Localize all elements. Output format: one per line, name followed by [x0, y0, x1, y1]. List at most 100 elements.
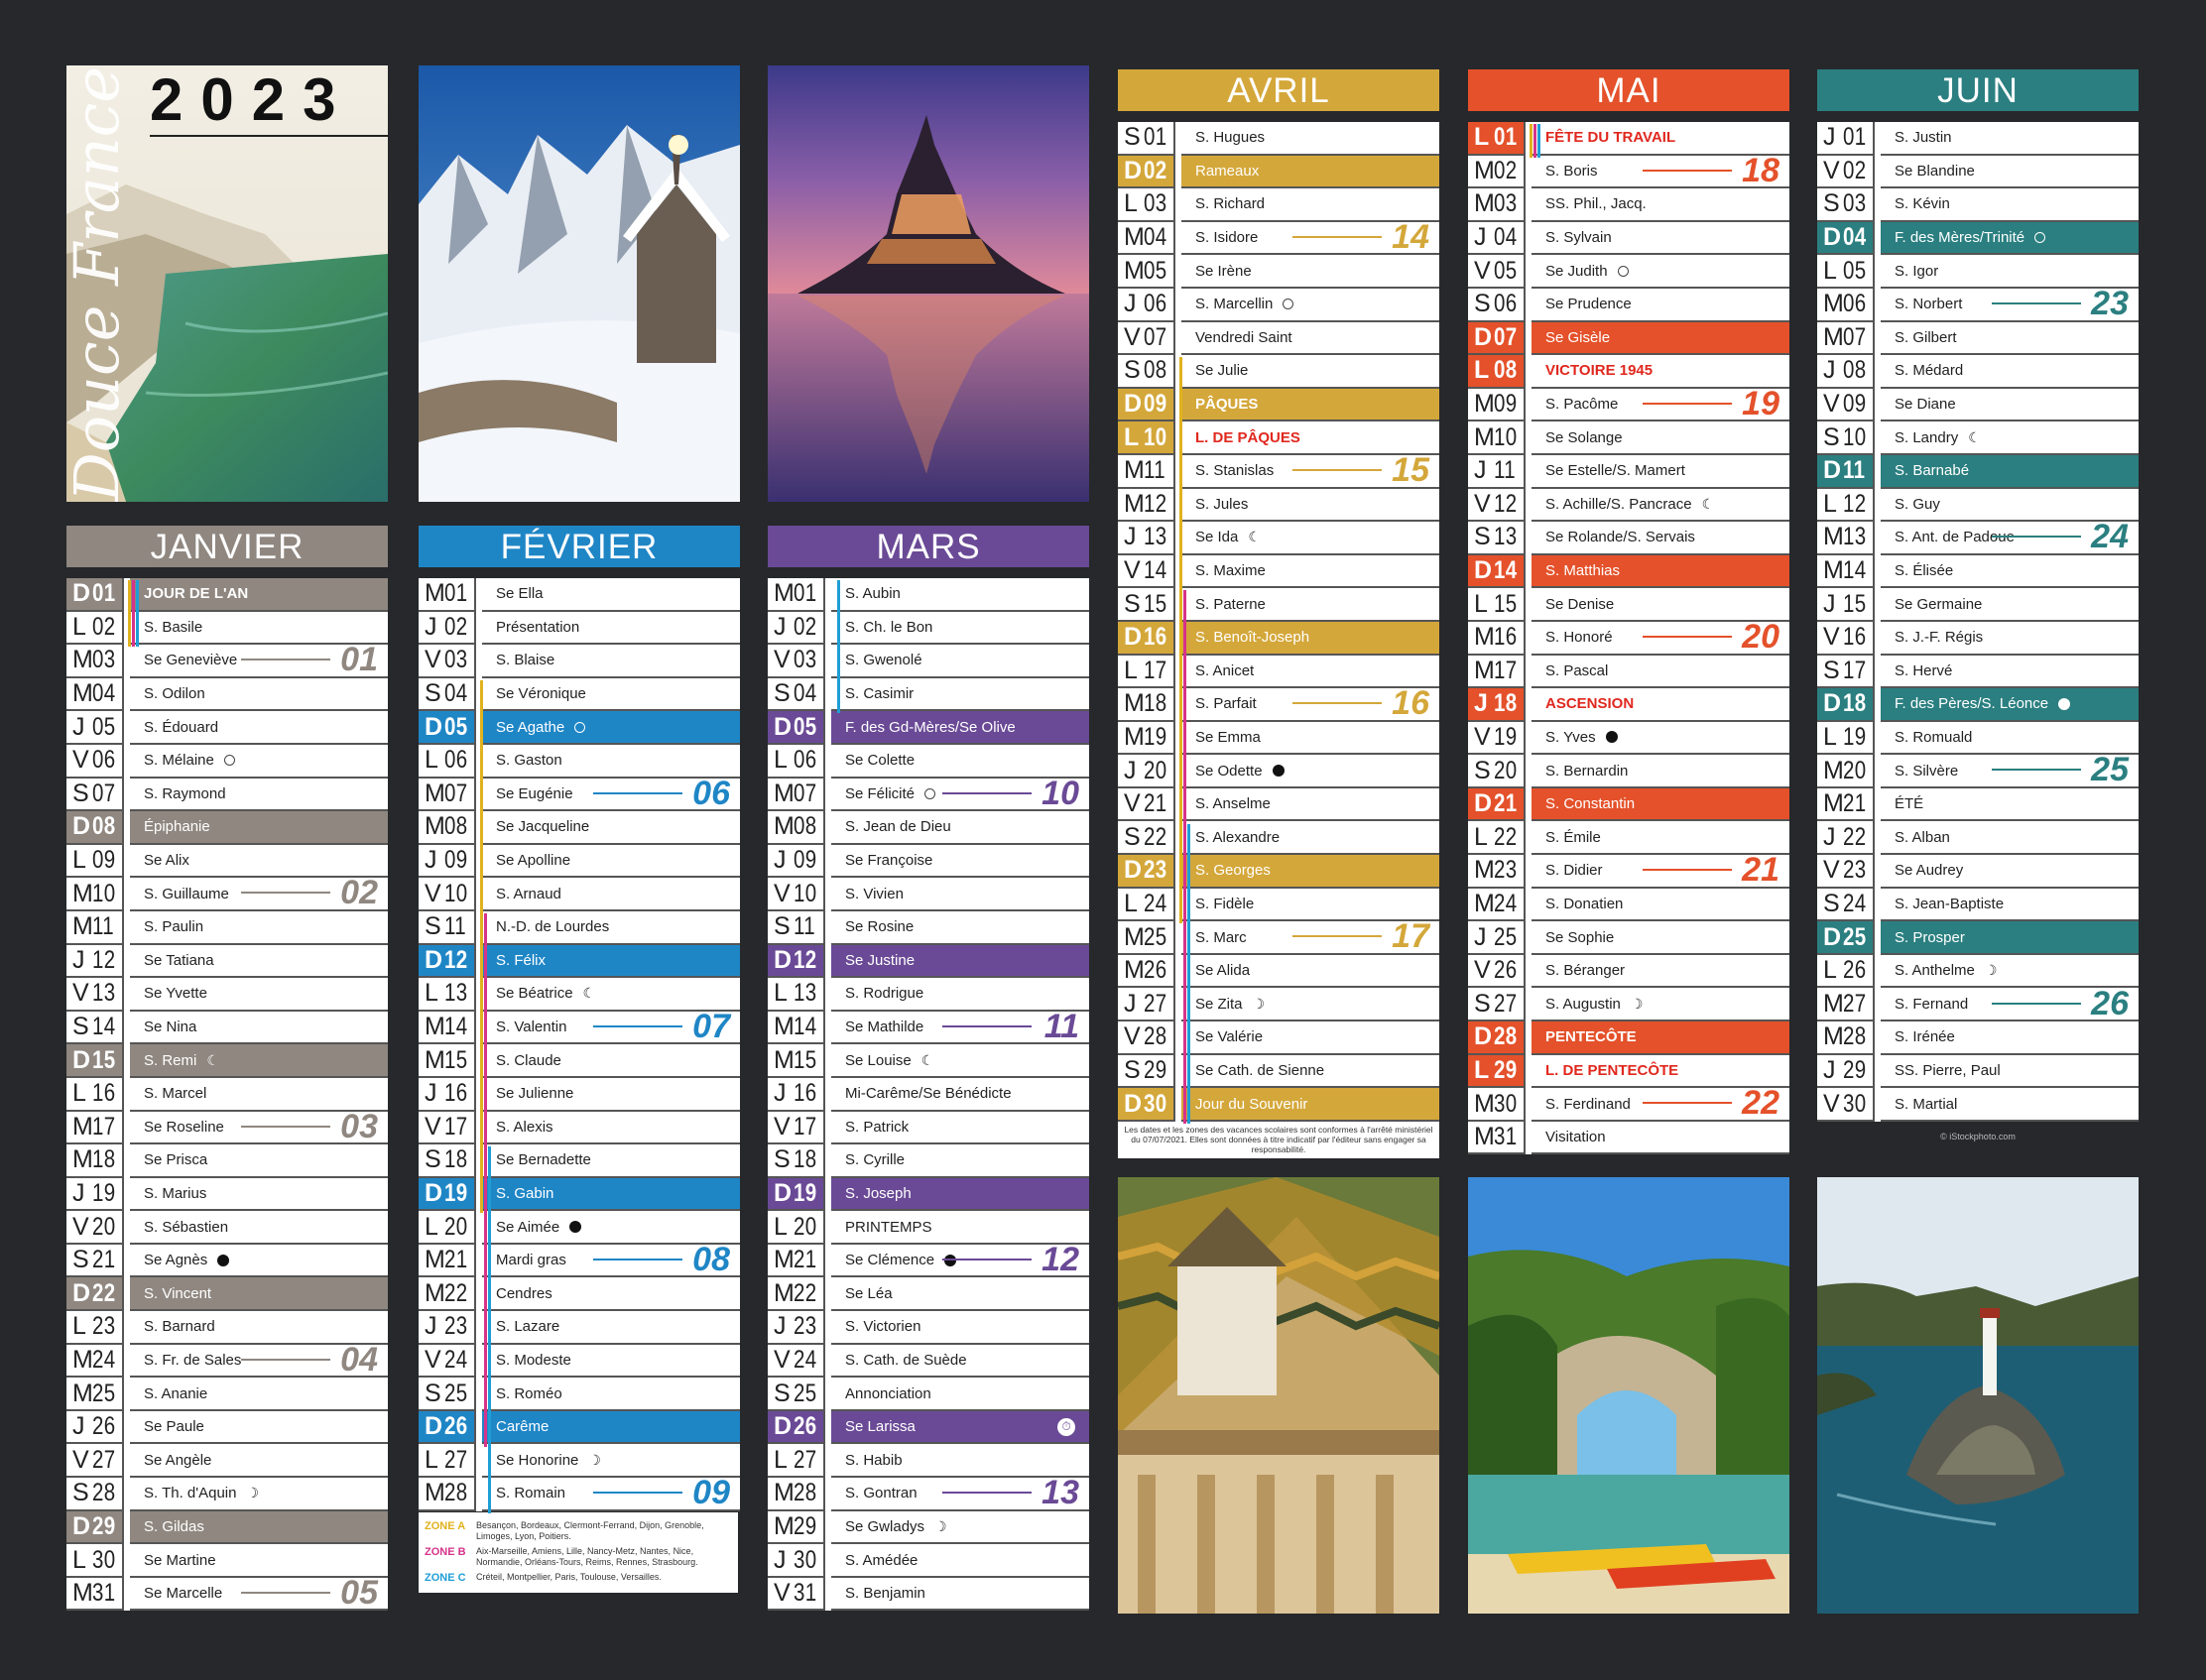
day-row[interactable]: V 26 S. Béranger	[1468, 954, 1789, 989]
day-row[interactable]: L 16 S. Marcel	[66, 1077, 388, 1112]
day-row[interactable]: L 20 PRINTEMPS	[768, 1211, 1089, 1245]
day-row[interactable]: J 02 Présentation	[419, 611, 740, 646]
day-row[interactable]: S 04 Se Véronique	[419, 677, 740, 712]
day-row[interactable]: V 10 S. Arnaud	[419, 878, 740, 911]
day-row[interactable]: J 23 S. Victorien	[768, 1311, 1089, 1345]
day-row[interactable]: J 27 Se Zita ☽	[1118, 988, 1439, 1022]
day-row[interactable]: M 22 Cendres	[419, 1277, 740, 1312]
day-row[interactable]: J 06 S. Marcellin	[1118, 288, 1439, 322]
day-row[interactable]: M 10 Se Solange	[1468, 421, 1789, 455]
day-row[interactable]: L 13 Se Béatrice ☾	[419, 978, 740, 1012]
day-row[interactable]: S 15 S. Paterne	[1118, 588, 1439, 622]
day-row[interactable]: M 12 S. Jules	[1118, 488, 1439, 523]
day-row[interactable]: S 01 S. Hugues	[1118, 122, 1439, 156]
day-row[interactable]: L 06 Se Colette	[768, 744, 1089, 779]
day-row[interactable]: V 28 Se Valérie	[1118, 1021, 1439, 1055]
day-row[interactable]: D 25 S. Prosper	[1817, 921, 2139, 955]
day-row[interactable]: D 30 Jour du Souvenir	[1118, 1088, 1439, 1122]
day-row[interactable]: D 15 S. Remi ☾	[66, 1044, 388, 1078]
day-row[interactable]: V 24 S. Modeste	[419, 1344, 740, 1379]
day-row[interactable]: V 13 Se Yvette	[66, 978, 388, 1012]
day-row[interactable]: S 04 S. Casimir	[768, 677, 1089, 712]
day-row[interactable]: J 29 SS. Pierre, Paul	[1817, 1054, 2139, 1089]
day-row[interactable]: M 15 Se Louise ☾	[768, 1044, 1089, 1078]
day-row[interactable]: D 19 S. Joseph	[768, 1177, 1089, 1212]
day-row[interactable]: M 31 Visitation	[1468, 1121, 1789, 1155]
day-row[interactable]: S 06 Se Prudence	[1468, 288, 1789, 322]
day-row[interactable]: L 03 S. Richard	[1118, 188, 1439, 222]
day-row[interactable]: M 28 S. Irénée	[1817, 1021, 2139, 1055]
day-row[interactable]: M 21 ÉTÉ	[1817, 787, 2139, 822]
day-row[interactable]: J 23 S. Lazare	[419, 1311, 740, 1345]
day-row[interactable]: D 28 PENTECÔTE	[1468, 1021, 1789, 1055]
day-row[interactable]: L 22 S. Émile	[1468, 821, 1789, 856]
day-row[interactable]: V 05 Se Judith	[1468, 255, 1789, 289]
day-row[interactable]: M 19 Se Emma	[1118, 721, 1439, 756]
day-row[interactable]: S 25 S. Roméo	[419, 1378, 740, 1411]
day-row[interactable]: L 27 Se Honorine ☽	[419, 1444, 740, 1479]
day-row[interactable]: S 11 N.-D. de Lourdes	[419, 910, 740, 945]
day-row[interactable]: J 16 Se Julienne	[419, 1077, 740, 1112]
day-row[interactable]: S 22 S. Alexandre	[1118, 821, 1439, 856]
day-row[interactable]: L 08 VICTOIRE 1945	[1468, 355, 1789, 389]
day-row[interactable]: L 30 Se Martine	[66, 1544, 388, 1578]
day-row[interactable]: D 11 S. Barnabé	[1817, 454, 2139, 489]
day-row[interactable]: L 29 L. DE PENTECÔTE	[1468, 1054, 1789, 1089]
day-row[interactable]: S 27 S. Augustin ☽	[1468, 988, 1789, 1022]
day-row[interactable]: S 03 S. Kévin	[1817, 188, 2139, 222]
day-row[interactable]: M 29 Se Gwladys ☽	[768, 1510, 1089, 1545]
day-row[interactable]: J 30 S. Amédée	[768, 1544, 1089, 1578]
day-row[interactable]: M 08 S. Jean de Dieu	[768, 811, 1089, 845]
day-row[interactable]: V 02 Se Blandine	[1817, 155, 2139, 189]
day-row[interactable]: V 30 S. Martial	[1817, 1088, 2139, 1122]
day-row[interactable]: M 04 S. Odilon	[66, 677, 388, 712]
day-row[interactable]: J 18 ASCENSION	[1468, 688, 1789, 722]
day-row[interactable]: D 08 Épiphanie	[66, 811, 388, 845]
day-row[interactable]: L 06 S. Gaston	[419, 744, 740, 779]
day-row[interactable]: S 13 Se Rolande/S. Servais	[1468, 522, 1789, 555]
day-row[interactable]: D 16 S. Benoît-Joseph	[1118, 621, 1439, 656]
day-row[interactable]: D 01 JOUR DE L'AN	[66, 578, 388, 612]
day-row[interactable]: J 25 Se Sophie	[1468, 921, 1789, 955]
day-row[interactable]: D 18 F. des Pères/S. Léonce	[1817, 688, 2139, 722]
day-row[interactable]: S 20 S. Bernardin	[1468, 755, 1789, 788]
day-row[interactable]: M 25 S. Ananie	[66, 1378, 388, 1411]
day-row[interactable]: S 21 Se Agnès	[66, 1244, 388, 1278]
day-row[interactable]: J 09 Se Françoise	[768, 844, 1089, 879]
day-row[interactable]: M 14 S. Élisée	[1817, 554, 2139, 589]
day-row[interactable]: L 15 Se Denise	[1468, 588, 1789, 622]
day-row[interactable]: S 25 Annonciation	[768, 1378, 1089, 1411]
day-row[interactable]: D 23 S. Georges	[1118, 855, 1439, 889]
day-row[interactable]: S 08 Se Julie	[1118, 355, 1439, 389]
day-row[interactable]: D 05 Se Agathe	[419, 711, 740, 745]
day-row[interactable]: D 26 Se Larissa ⏱	[768, 1410, 1089, 1445]
day-row[interactable]: M 15 S. Claude	[419, 1044, 740, 1078]
day-row[interactable]: J 19 S. Marius	[66, 1177, 388, 1212]
day-row[interactable]: V 17 S. Patrick	[768, 1111, 1089, 1145]
day-row[interactable]: S 10 S. Landry ☾	[1817, 421, 2139, 455]
day-row[interactable]: L 26 S. Anthelme ☽	[1817, 954, 2139, 989]
day-row[interactable]: J 15 Se Germaine	[1817, 588, 2139, 622]
day-row[interactable]: M 05 Se Irène	[1118, 255, 1439, 289]
day-row[interactable]: J 22 S. Alban	[1817, 821, 2139, 856]
day-row[interactable]: L 13 S. Rodrigue	[768, 978, 1089, 1012]
day-row[interactable]: V 09 Se Diane	[1817, 388, 2139, 422]
day-row[interactable]: L 19 S. Romuald	[1817, 721, 2139, 756]
day-row[interactable]: S 07 S. Raymond	[66, 778, 388, 812]
day-row[interactable]: V 24 S. Cath. de Suède	[768, 1344, 1089, 1379]
day-row[interactable]: M 08 Se Jacqueline	[419, 811, 740, 845]
day-row[interactable]: S 18 Se Bernadette	[419, 1144, 740, 1178]
day-row[interactable]: D 22 S. Vincent	[66, 1277, 388, 1312]
day-row[interactable]: D 05 F. des Gd-Mères/Se Olive	[768, 711, 1089, 745]
day-row[interactable]: M 01 S. Aubin	[768, 578, 1089, 612]
day-row[interactable]: L 10 L. DE PÂQUES	[1118, 421, 1439, 455]
day-row[interactable]: D 12 Se Justine	[768, 944, 1089, 979]
day-row[interactable]: S 11 Se Rosine	[768, 910, 1089, 945]
day-row[interactable]: D 04 F. des Mères/Trinité	[1817, 221, 2139, 256]
day-row[interactable]: V 10 S. Vivien	[768, 878, 1089, 911]
day-row[interactable]: J 09 Se Apolline	[419, 844, 740, 879]
day-row[interactable]: V 03 S. Blaise	[419, 645, 740, 678]
day-row[interactable]: V 31 S. Benjamin	[768, 1577, 1089, 1612]
day-row[interactable]: M 03 SS. Phil., Jacq.	[1468, 188, 1789, 222]
day-row[interactable]: D 12 S. Félix	[419, 944, 740, 979]
